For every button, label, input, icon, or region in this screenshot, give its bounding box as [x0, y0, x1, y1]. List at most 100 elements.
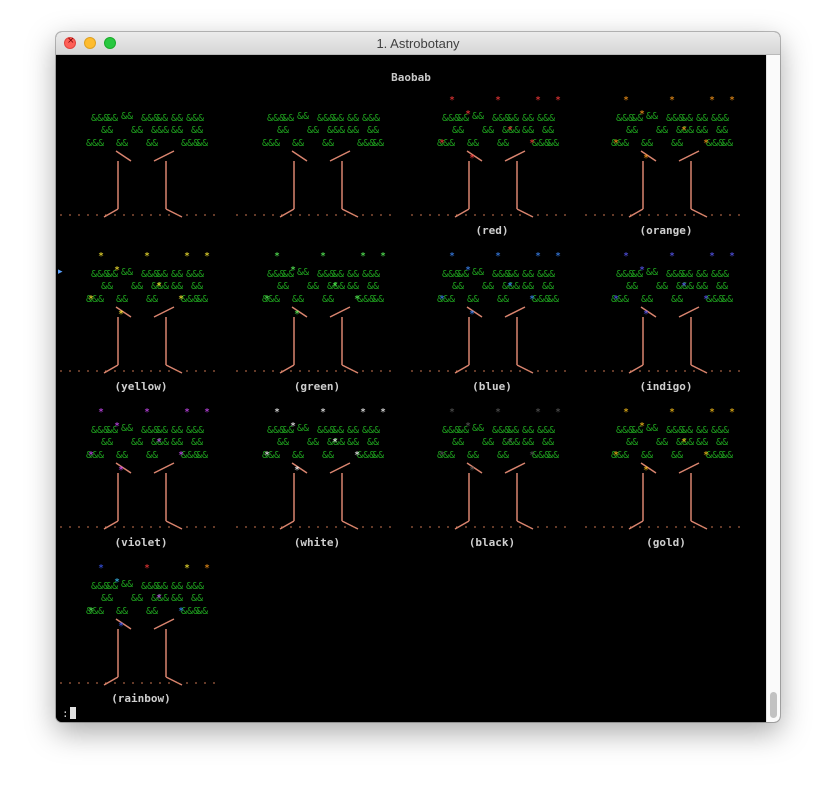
tree-color-label: (orange) [639, 224, 693, 237]
leaf-glyph: && [292, 138, 304, 149]
leaf-glyph: && [522, 437, 534, 448]
leaf-glyph: && [196, 450, 208, 461]
tree-blue: &&& && && &&& && && &&& && && &&& && && &&& && && &&& &&… [407, 247, 577, 397]
trunk-lines [454, 306, 534, 374]
flower-star: * [643, 309, 649, 320]
leaf-glyph: && [452, 125, 464, 136]
trunk-lines [628, 462, 708, 530]
leaf-glyph: && [171, 581, 183, 592]
flower-star: * [184, 407, 190, 418]
leaf-glyph: && [507, 269, 519, 280]
command-prompt[interactable]: : [62, 707, 76, 720]
leaf-glyph: &&& [537, 269, 555, 280]
flower-star: * [681, 437, 687, 448]
flower-star: * [184, 251, 190, 262]
leaf-glyph: && [101, 593, 113, 604]
flower-star: * [709, 407, 715, 418]
flower-star: * [439, 294, 445, 305]
leaf-glyph: && [277, 281, 289, 292]
leaf-glyph: && [641, 450, 653, 461]
leaf-glyph: && [542, 437, 554, 448]
flower-star: * [98, 407, 104, 418]
tree-color-label: (yellow) [114, 380, 168, 393]
leaf-glyph: && [522, 281, 534, 292]
flower-star: * [178, 294, 184, 305]
leaf-glyph: && [696, 425, 708, 436]
flower-star: * [380, 251, 386, 262]
species-title: Baobab [391, 71, 431, 84]
leaf-glyph: && [307, 125, 319, 136]
terminal-view[interactable]: Baobab ▸ &&& && && &&& && && &&& && && &&& && && &&&… [56, 55, 766, 722]
flower-star: * [144, 407, 150, 418]
flower-star: * [449, 407, 455, 418]
leaf-glyph: && [191, 593, 203, 604]
leaf-glyph: && [332, 425, 344, 436]
flower-star: * [555, 95, 561, 106]
leaf-glyph: &&& [711, 425, 729, 436]
leaf-glyph: && [482, 125, 494, 136]
flower-star: * [449, 95, 455, 106]
tree-plain-1: &&& && && &&& && && &&& && && &&& && && &&& && && &&& && [232, 91, 402, 241]
flower-star: * [439, 138, 445, 149]
leaf-glyph: && [547, 138, 559, 149]
leaf-glyph: && [131, 281, 143, 292]
tree-color-label: (rainbow) [111, 692, 171, 705]
leaf-glyph: && [671, 450, 683, 461]
flower-star: * [681, 281, 687, 292]
leaf-glyph: && [297, 423, 309, 434]
flower-star: * [118, 465, 124, 476]
leaf-glyph: &&& [186, 269, 204, 280]
leaf-glyph: && [307, 281, 319, 292]
leaf-glyph: &&& [362, 425, 380, 436]
leaf-glyph: && [347, 269, 359, 280]
leaf-glyph: && [467, 450, 479, 461]
tree-white: &&& && && &&& && && &&& && && &&& && && &&& && && &&& &&… [232, 403, 402, 553]
flower-star: * [204, 251, 210, 262]
leaf-glyph: && [626, 125, 638, 136]
leaf-glyph: && [116, 138, 128, 149]
leaf-glyph: && [196, 606, 208, 617]
leaf-glyph: && [716, 281, 728, 292]
flower-star: * [469, 309, 475, 320]
flower-star: * [729, 251, 735, 262]
leaf-glyph: && [696, 125, 708, 136]
scrollbar[interactable] [766, 55, 780, 722]
flower-star: * [613, 450, 619, 461]
title-bar: × 1. Astrobotany [56, 32, 780, 55]
flower-star: * [380, 407, 386, 418]
leaf-glyph: && [322, 138, 334, 149]
tree-art: &&&&& && &&&&& && &&&&& && &&& && &&&&& && && &&&&& [60, 111, 222, 218]
leaf-glyph: && [121, 267, 133, 278]
leaf-glyph: && [472, 423, 484, 434]
flower-star: * [535, 251, 541, 262]
trunk-lines [279, 462, 359, 530]
trunk-lines [279, 150, 359, 218]
leaf-glyph: && [681, 425, 693, 436]
flower-star: * [114, 421, 120, 432]
leaf-glyph: && [156, 581, 168, 592]
flower-star: * [639, 421, 645, 432]
flower-star: * [294, 309, 300, 320]
leaf-glyph: && [347, 125, 359, 136]
tree-art: &&&&& && &&&&& && &&&&& && &&& && &&&&& && && &&&&&… [60, 251, 222, 374]
leaf-glyph: && [332, 269, 344, 280]
trunk-lines [103, 306, 183, 374]
flower-star: * [529, 294, 535, 305]
flower-star: * [681, 125, 687, 136]
leaf-glyph: && [101, 281, 113, 292]
flower-star: * [204, 407, 210, 418]
flower-star: * [507, 437, 513, 448]
flower-star: * [439, 450, 445, 461]
leaf-glyph: && [641, 294, 653, 305]
tree-art: &&&&& && &&&&& && &&&&& && &&& && &&&&& && && &&&&&… [585, 95, 747, 218]
scrollbar-thumb[interactable] [770, 692, 777, 718]
leaf-glyph: && [507, 113, 519, 124]
flower-star: * [465, 109, 471, 120]
leaf-glyph: && [716, 125, 728, 136]
tree-color-label: (black) [468, 536, 516, 549]
trunk-lines [103, 150, 183, 218]
leaf-glyph: && [626, 281, 638, 292]
leaf-glyph: && [196, 294, 208, 305]
leaf-glyph: && [626, 437, 638, 448]
flower-star: * [264, 294, 270, 305]
